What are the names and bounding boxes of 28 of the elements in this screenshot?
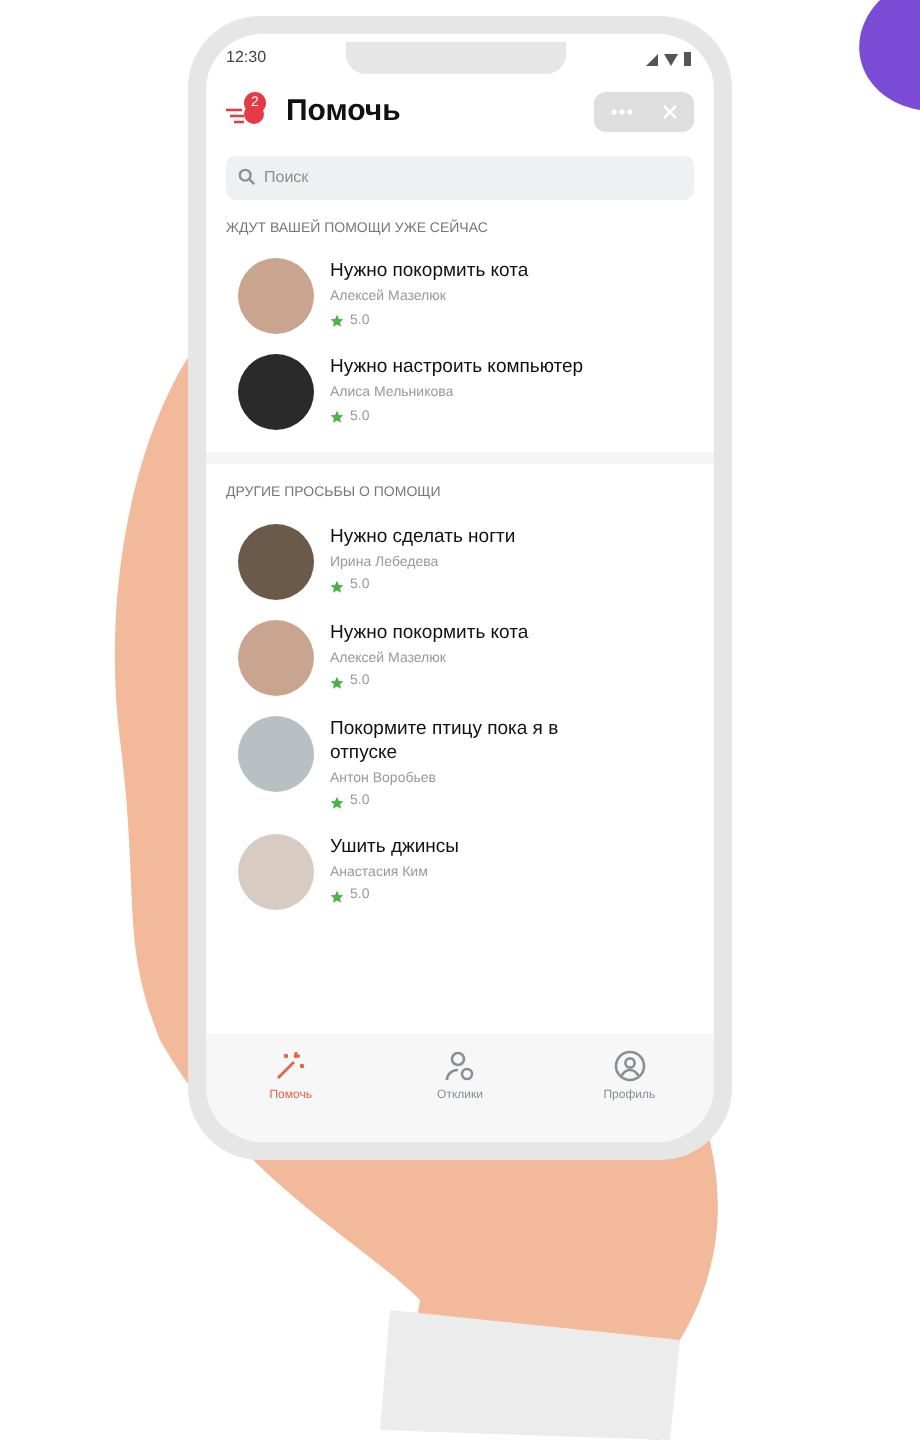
avatar-placeholder: [238, 258, 314, 334]
person-icon: [444, 1050, 476, 1082]
magic-wand-icon: [274, 1050, 307, 1082]
request-title: Нужно покормить кота: [330, 260, 531, 284]
star-icon: [330, 314, 344, 329]
profile-icon: [613, 1050, 646, 1082]
status-time: 12:30: [226, 46, 267, 70]
star-icon: [330, 410, 344, 425]
star-icon: [330, 889, 344, 904]
avatar-placeholder: [238, 354, 314, 430]
request-title: Нужно покормить кота: [330, 621, 531, 645]
avatar-placeholder: [238, 833, 314, 909]
request-title: Покормите птицу пока я в отпуске: [330, 717, 561, 765]
page-title: Помочь: [286, 92, 403, 132]
star-icon: [330, 795, 344, 810]
signal-battery-icon: [646, 50, 694, 66]
avatar-placeholder: [238, 523, 314, 599]
request-title: Ушить джинсы: [330, 835, 462, 859]
avatar-placeholder: [238, 619, 314, 695]
request-title: Нужно настроить компьютер: [330, 356, 586, 380]
more-icon[interactable]: [610, 108, 634, 117]
close-icon[interactable]: [662, 104, 678, 121]
star-icon: [330, 579, 344, 594]
avatar-placeholder: [238, 715, 314, 791]
search-icon: [238, 168, 256, 186]
star-icon: [330, 675, 344, 690]
search-field[interactable]: Поиск: [226, 155, 694, 199]
request-title: Нужно сделать ногти: [330, 525, 518, 549]
